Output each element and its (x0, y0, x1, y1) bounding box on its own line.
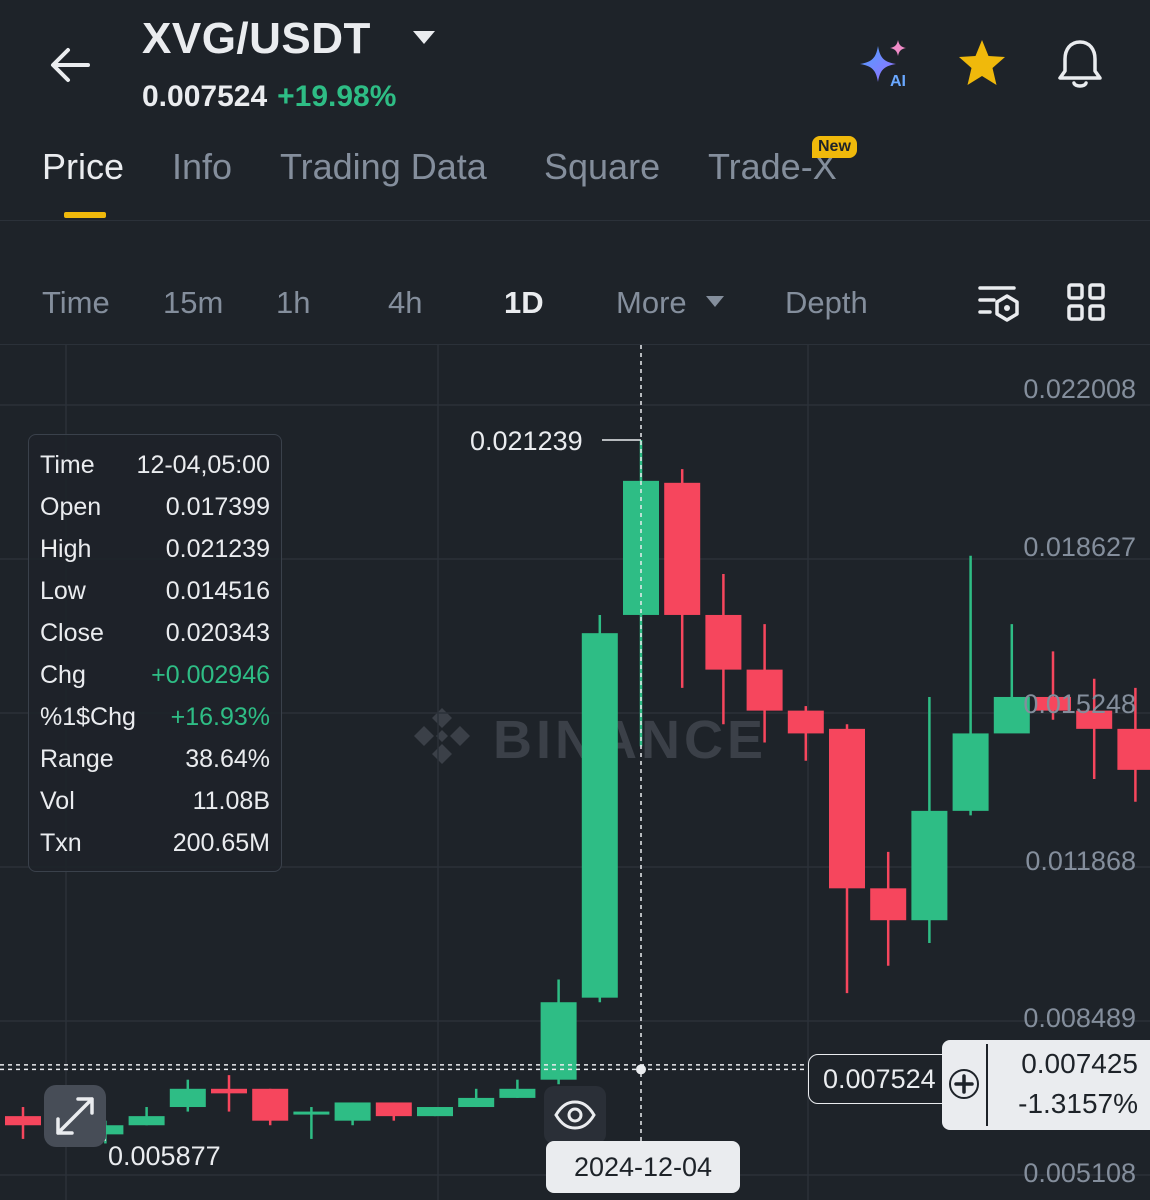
tooltip-row: Open 0.017399 (40, 487, 270, 527)
tooltip-key: Close (40, 618, 104, 647)
ohlc-tooltip: Time 12-04,05:00 Open 0.017399 High 0.02123… (28, 434, 282, 872)
y-tick-label: 0.011868 (1025, 846, 1136, 876)
y-tick-label: 0.018627 (1023, 532, 1136, 562)
tooltip-key: Open (40, 492, 102, 521)
active-tab-indicator (64, 212, 106, 218)
candle-body (581, 633, 618, 998)
candle-body (252, 1088, 289, 1121)
layout-grid-icon[interactable] (1066, 282, 1106, 322)
interval-15m[interactable]: 15m (163, 285, 223, 321)
expand-chart-button[interactable] (44, 1085, 106, 1147)
pair-title[interactable]: XVG/USDT (142, 14, 371, 64)
tooltip-value: 0.020343 (165, 618, 270, 647)
tooltip-row: Time 12-04,05:00 (40, 445, 270, 485)
tab-info[interactable]: Info (172, 146, 232, 188)
candle-body (829, 728, 865, 889)
tooltip-key: Range (40, 744, 114, 773)
interval-more[interactable]: More (616, 285, 687, 321)
candle-body (211, 1088, 247, 1094)
candle-body (746, 669, 783, 711)
tab-bar: Price Info Trading Data Square Trade-X (0, 140, 1150, 221)
more-caret-icon[interactable] (704, 294, 726, 310)
tooltip-row: %1$Chg +16.93% (40, 697, 270, 737)
tab-price[interactable]: Price (42, 146, 124, 188)
y-tick-label: 0.015248 (1023, 689, 1136, 719)
bell-icon[interactable] (1052, 36, 1108, 92)
candle-body (169, 1088, 206, 1108)
y-tick-label: 0.005108 (1023, 1158, 1136, 1188)
tooltip-key: Time (40, 450, 95, 479)
tooltip-value: 38.64% (185, 744, 270, 773)
tooltip-value: 12-04,05:00 (136, 450, 270, 479)
tooltip-row: High 0.021239 (40, 529, 270, 569)
candle-body (458, 1097, 495, 1108)
tooltip-key: %1$Chg (40, 702, 136, 731)
interval-1h[interactable]: 1h (276, 285, 310, 321)
expand-icon (56, 1097, 94, 1135)
crosshair-plus-icon[interactable] (948, 1068, 980, 1100)
cursor-box-divider (986, 1044, 988, 1126)
tooltip-row: Txn 200.65M (40, 823, 270, 863)
star-icon[interactable] (954, 36, 1010, 92)
interval-time[interactable]: Time (42, 285, 110, 321)
visibility-toggle-button[interactable] (544, 1086, 606, 1144)
back-arrow-icon[interactable] (44, 38, 98, 92)
candle-body (375, 1102, 412, 1117)
candle-body (334, 1102, 371, 1121)
candle-body (417, 1107, 453, 1117)
caret-down-icon[interactable] (410, 28, 438, 48)
eye-icon (554, 1100, 596, 1130)
candle-body (870, 888, 907, 921)
tooltip-value: +0.002946 (151, 660, 270, 689)
tooltip-row: Range 38.64% (40, 739, 270, 779)
crosshair-price: 0.007425 (1021, 1048, 1138, 1079)
interval-4h[interactable]: 4h (388, 285, 422, 321)
new-badge: New (812, 136, 857, 158)
tooltip-value: 11.08B (192, 786, 270, 815)
tooltip-key: High (40, 534, 92, 563)
ai-label: AI (890, 73, 906, 90)
high-price-label: 0.021239 (470, 426, 583, 456)
tab-trading-data[interactable]: Trading Data (280, 146, 487, 188)
candle-body (664, 482, 701, 615)
tooltip-row: Chg +0.002946 (40, 655, 270, 695)
candle-body (1117, 728, 1150, 770)
candle-body (540, 1002, 577, 1080)
indicator-settings-icon[interactable] (976, 282, 1022, 324)
candle-body (911, 810, 948, 921)
candle-body (5, 1116, 41, 1126)
current-price-tag[interactable]: 0.007524 (808, 1054, 954, 1104)
candle-body (787, 710, 824, 734)
tooltip-row: Low 0.014516 (40, 571, 270, 611)
crosshair-date-label: 2024-12-04 (546, 1141, 740, 1193)
candle-body (499, 1088, 536, 1098)
interval-depth[interactable]: Depth (785, 285, 868, 321)
crosshair-dot (636, 1064, 646, 1075)
tooltip-value: 200.65M (172, 828, 270, 857)
tooltip-key: Chg (40, 660, 86, 689)
candle-body (952, 733, 989, 811)
tooltip-value: +16.93% (170, 702, 270, 731)
low-price-label: 0.005877 (108, 1141, 221, 1171)
price-line: 0.007524 +19.98% (142, 80, 396, 114)
candle-body (128, 1116, 165, 1126)
interval-1d[interactable]: 1D (504, 285, 544, 321)
last-price: 0.007524 (142, 80, 268, 113)
y-tick-label: 0.008489 (1023, 1003, 1136, 1033)
tab-square[interactable]: Square (544, 146, 660, 188)
tooltip-value: 0.017399 (165, 492, 270, 521)
candle-body (293, 1111, 330, 1115)
crosshair-pct: -1.3157% (1018, 1088, 1138, 1119)
tooltip-row: Vol 11.08B (40, 781, 270, 821)
ai-sparkle-icon[interactable]: AI (856, 36, 912, 92)
tooltip-key: Txn (40, 828, 82, 857)
tooltip-key: Low (40, 576, 86, 605)
y-tick-label: 0.022008 (1023, 374, 1136, 404)
candle-body (705, 614, 742, 670)
tooltip-value: 0.014516 (165, 576, 270, 605)
tooltip-key: Vol (40, 786, 75, 815)
tooltip-value: 0.021239 (165, 534, 270, 563)
price-change-pct: +19.98% (277, 80, 397, 113)
tooltip-row: Close 0.020343 (40, 613, 270, 653)
